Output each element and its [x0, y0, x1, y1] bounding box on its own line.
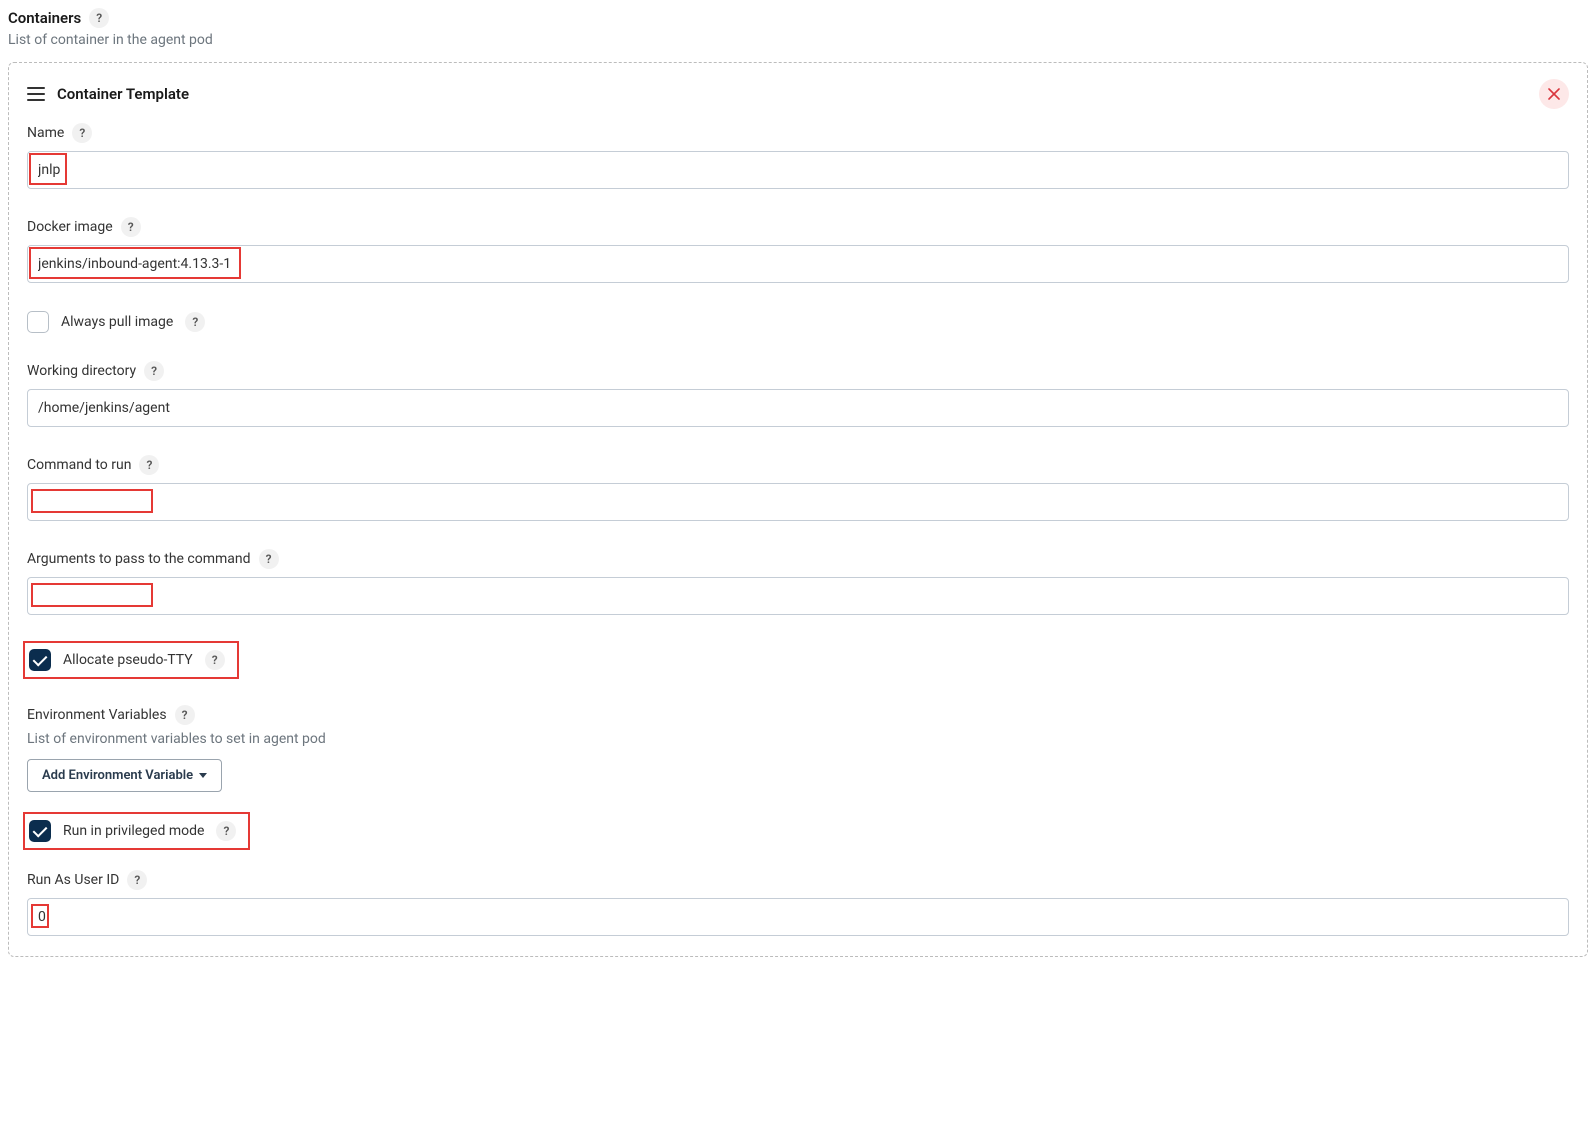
- arguments-input[interactable]: [27, 577, 1569, 615]
- always-pull-checkbox[interactable]: [27, 311, 49, 333]
- help-icon[interactable]: ?: [72, 123, 92, 143]
- chevron-down-icon: [199, 773, 207, 778]
- help-icon[interactable]: ?: [121, 217, 141, 237]
- run-as-user-label-text: Run As User ID: [27, 872, 119, 888]
- command-label-text: Command to run: [27, 457, 131, 473]
- command-label: Command to run ?: [27, 455, 1569, 475]
- run-as-user-label: Run As User ID ?: [27, 870, 1569, 890]
- env-vars-desc: List of environment variables to set in …: [27, 731, 1569, 747]
- add-env-var-label: Add Environment Variable: [42, 768, 193, 783]
- command-input[interactable]: [27, 483, 1569, 521]
- run-as-user-field: Run As User ID ?: [27, 870, 1569, 936]
- help-icon[interactable]: ?: [127, 870, 147, 890]
- panel-title: Container Template: [57, 85, 1527, 103]
- name-label-text: Name: [27, 125, 64, 141]
- allocate-tty-checkbox[interactable]: [29, 649, 51, 671]
- allocate-tty-field: Allocate pseudo-TTY ?: [27, 643, 1569, 677]
- containers-desc: List of container in the agent pod: [8, 32, 1588, 48]
- containers-heading: Containers ?: [8, 8, 1588, 28]
- arguments-label-text: Arguments to pass to the command: [27, 551, 251, 567]
- docker-image-input[interactable]: [27, 245, 1569, 283]
- container-template-panel: Container Template Name ? Docker image ?…: [8, 62, 1588, 957]
- privileged-checkbox[interactable]: [29, 820, 51, 842]
- help-icon[interactable]: ?: [259, 549, 279, 569]
- working-dir-field: Working directory ?: [27, 361, 1569, 427]
- help-icon[interactable]: ?: [185, 312, 205, 332]
- help-icon[interactable]: ?: [216, 821, 236, 841]
- help-icon[interactable]: ?: [205, 650, 225, 670]
- panel-header: Container Template: [27, 79, 1569, 109]
- help-icon[interactable]: ?: [144, 361, 164, 381]
- privileged-label: Run in privileged mode: [63, 823, 204, 839]
- working-dir-input[interactable]: [27, 389, 1569, 427]
- working-dir-label: Working directory ?: [27, 361, 1569, 381]
- close-button[interactable]: [1539, 79, 1569, 109]
- name-input[interactable]: [27, 151, 1569, 189]
- always-pull-field: Always pull image ?: [27, 311, 1569, 333]
- help-icon[interactable]: ?: [139, 455, 159, 475]
- privileged-field: Run in privileged mode ?: [27, 814, 1569, 848]
- env-vars-section: Environment Variables ? List of environm…: [27, 705, 1569, 792]
- docker-image-label: Docker image ?: [27, 217, 1569, 237]
- run-as-user-input[interactable]: [27, 898, 1569, 936]
- always-pull-label: Always pull image: [61, 314, 173, 330]
- close-icon: [1548, 88, 1560, 100]
- add-env-var-button[interactable]: Add Environment Variable: [27, 759, 222, 792]
- env-vars-title: Environment Variables ?: [27, 705, 1569, 725]
- env-vars-title-text: Environment Variables: [27, 707, 167, 723]
- arguments-field: Arguments to pass to the command ?: [27, 549, 1569, 615]
- arguments-label: Arguments to pass to the command ?: [27, 549, 1569, 569]
- help-icon[interactable]: ?: [175, 705, 195, 725]
- containers-heading-text: Containers: [8, 9, 81, 27]
- working-dir-label-text: Working directory: [27, 363, 136, 379]
- command-field: Command to run ?: [27, 455, 1569, 521]
- help-icon[interactable]: ?: [89, 8, 109, 28]
- allocate-tty-label: Allocate pseudo-TTY: [63, 652, 193, 668]
- docker-image-field: Docker image ?: [27, 217, 1569, 283]
- name-label: Name ?: [27, 123, 1569, 143]
- name-field: Name ?: [27, 123, 1569, 189]
- drag-handle-icon[interactable]: [27, 87, 45, 101]
- docker-image-label-text: Docker image: [27, 219, 113, 235]
